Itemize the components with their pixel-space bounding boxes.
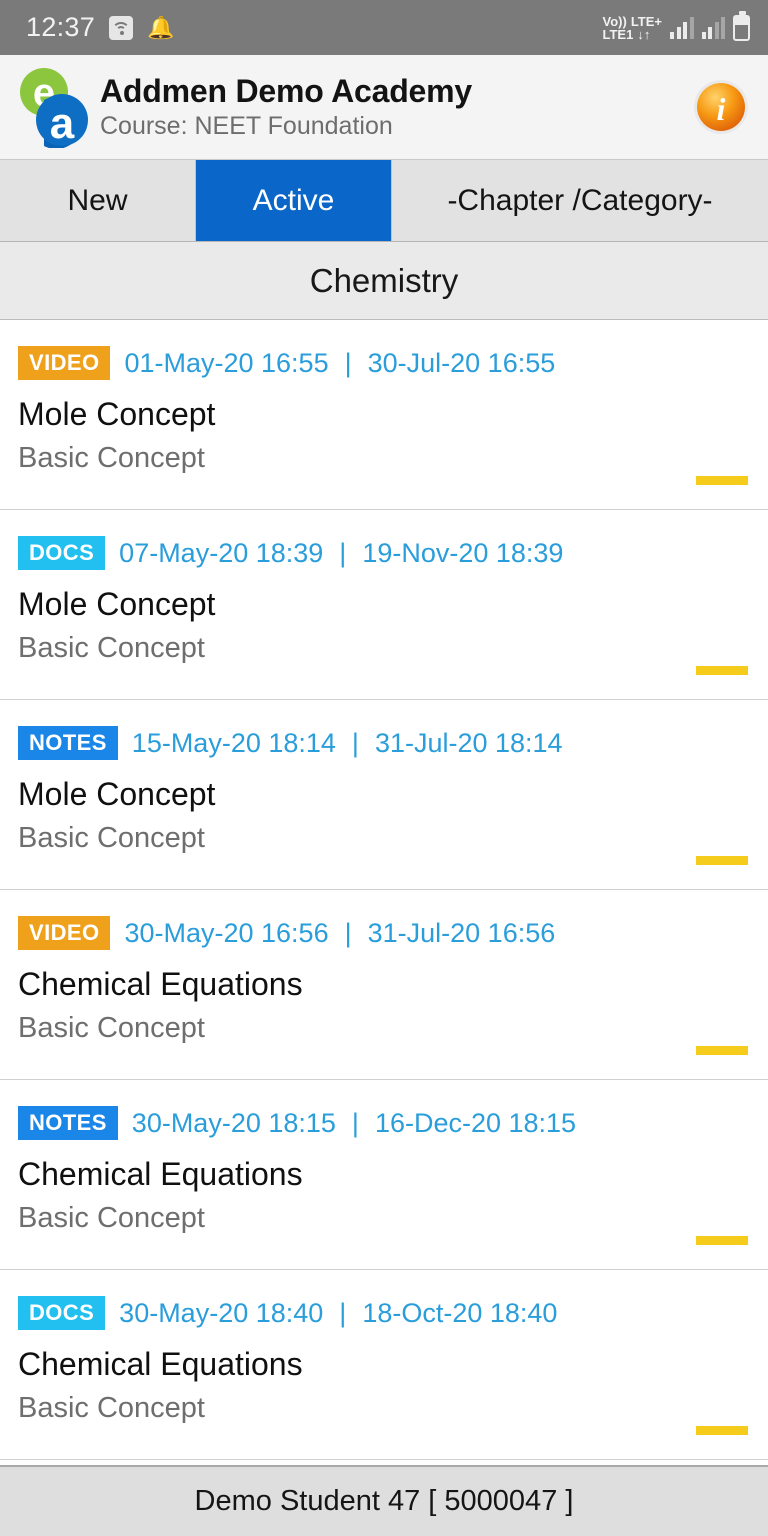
item-meta: DOCS 30-May-20 18:40 | 18-Oct-20 18:40	[18, 1296, 750, 1330]
status-bar-right: Vo)) LTE+ LTE1 ↓↑	[603, 10, 750, 41]
info-icon[interactable]: i	[690, 76, 752, 138]
start-date: 07-May-20 18:39	[119, 537, 324, 568]
item-meta: VIDEO 01-May-20 16:55 | 30-Jul-20 16:55	[18, 346, 750, 380]
progress-bar	[696, 476, 748, 485]
status-bar-left: 12:37 🔔	[26, 12, 174, 43]
svg-text:a: a	[50, 99, 75, 148]
end-date: 30-Jul-20 16:55	[367, 347, 556, 378]
item-dates: 30-May-20 18:40 | 18-Oct-20 18:40	[119, 1298, 557, 1329]
end-date: 31-Jul-20 18:14	[374, 727, 563, 758]
list-item[interactable]: DOCS 30-May-20 18:40 | 18-Oct-20 18:40 C…	[0, 1270, 768, 1460]
date-separator: |	[339, 537, 347, 568]
item-dates: 07-May-20 18:39 | 19-Nov-20 18:39	[119, 538, 563, 569]
item-title: Mole Concept	[18, 586, 216, 622]
item-dates: 30-May-20 18:15 | 16-Dec-20 18:15	[132, 1108, 576, 1139]
end-date: 19-Nov-20 18:39	[362, 537, 564, 568]
status-badge: DOCS	[18, 1296, 106, 1330]
course-label: Course: NEET Foundation	[100, 112, 393, 140]
tab-bar: New Active -Chapter /Category-	[0, 160, 768, 242]
progress-bar	[696, 1236, 748, 1245]
item-meta: NOTES 30-May-20 18:15 | 16-Dec-20 18:15	[18, 1106, 750, 1140]
item-subtitle: Basic Concept	[18, 442, 205, 474]
battery-icon	[733, 10, 750, 41]
item-dates: 30-May-20 16:56 | 31-Jul-20 16:56	[124, 918, 555, 949]
item-title: Mole Concept	[18, 396, 216, 432]
status-badge: DOCS	[18, 536, 106, 570]
start-date: 01-May-20 16:55	[124, 347, 329, 378]
item-subtitle: Basic Concept	[18, 632, 205, 664]
signal-bars-icon-sim1	[670, 16, 694, 39]
progress-bar	[696, 1046, 748, 1055]
tab-chapter-category[interactable]: -Chapter /Category-	[392, 160, 768, 241]
tab-active[interactable]: Active	[196, 160, 392, 241]
list-item[interactable]: VIDEO 01-May-20 16:55 | 30-Jul-20 16:55 …	[0, 320, 768, 510]
app-header: e a Addmen Demo Academy Course: NEET Fou…	[0, 55, 768, 160]
item-meta: NOTES 15-May-20 18:14 | 31-Jul-20 18:14	[18, 726, 750, 760]
item-dates: 15-May-20 18:14 | 31-Jul-20 18:14	[132, 728, 563, 759]
start-date: 30-May-20 18:15	[131, 1107, 336, 1138]
end-date: 31-Jul-20 16:56	[367, 917, 556, 948]
data-arrows-icon: ↓↑	[637, 26, 651, 42]
progress-bar	[696, 1426, 748, 1435]
student-label: Demo Student 47 [ 5000047 ]	[194, 1485, 574, 1517]
item-subtitle: Basic Concept	[18, 1202, 205, 1234]
item-subtitle: Basic Concept	[18, 822, 205, 854]
status-bar: 12:37 🔔 Vo)) LTE+ LTE1 ↓↑	[0, 0, 768, 55]
page-title: Addmen Demo Academy	[100, 73, 472, 109]
end-date: 16-Dec-20 18:15	[374, 1107, 577, 1138]
start-date: 15-May-20 18:14	[131, 727, 336, 758]
addmen-ea-logo-icon: e a	[14, 66, 92, 148]
status-badge: NOTES	[18, 1106, 118, 1140]
list-item[interactable]: VIDEO 30-May-20 16:56 | 31-Jul-20 16:56 …	[0, 890, 768, 1080]
status-bar-clock: 12:37	[26, 12, 96, 42]
date-separator: |	[344, 347, 352, 378]
network-status: Vo)) LTE+ LTE1 ↓↑	[603, 15, 663, 41]
tab-new[interactable]: New	[0, 160, 196, 241]
footer-bar: Demo Student 47 [ 5000047 ]	[0, 1465, 768, 1536]
list-item[interactable]: NOTES 15-May-20 18:14 | 31-Jul-20 18:14 …	[0, 700, 768, 890]
date-separator: |	[351, 727, 359, 758]
item-title: Chemical Equations	[18, 966, 303, 1002]
progress-bar	[696, 666, 748, 675]
start-date: 30-May-20 16:56	[124, 917, 329, 948]
app-screen: 12:37 🔔 Vo)) LTE+ LTE1 ↓↑ e a Addmen Dem…	[0, 0, 768, 1536]
start-date: 30-May-20 18:40	[119, 1297, 324, 1328]
item-subtitle: Basic Concept	[18, 1012, 205, 1044]
item-title: Mole Concept	[18, 776, 216, 812]
wifi-icon	[109, 15, 134, 40]
status-badge: VIDEO	[18, 916, 111, 950]
date-separator: |	[344, 917, 352, 948]
content-list: VIDEO 01-May-20 16:55 | 30-Jul-20 16:55 …	[0, 320, 768, 1465]
svg-text:i: i	[717, 91, 726, 127]
status-badge: NOTES	[18, 726, 118, 760]
item-title: Chemical Equations	[18, 1156, 303, 1192]
item-subtitle: Basic Concept	[18, 1392, 205, 1424]
network-label-sim1: LTE1	[602, 26, 634, 42]
signal-bars-icon-sim2	[701, 16, 725, 39]
date-separator: |	[339, 1297, 347, 1328]
list-item[interactable]: NOTES 30-May-20 18:15 | 16-Dec-20 18:15 …	[0, 1080, 768, 1270]
item-meta: DOCS 07-May-20 18:39 | 19-Nov-20 18:39	[18, 536, 750, 570]
item-title: Chemical Equations	[18, 1346, 303, 1382]
progress-bar	[696, 856, 748, 865]
bell-icon: 🔔	[147, 14, 175, 40]
subject-header: Chemistry	[0, 242, 768, 320]
item-meta: VIDEO 30-May-20 16:56 | 31-Jul-20 16:56	[18, 916, 750, 950]
list-item[interactable]: DOCS 07-May-20 18:39 | 19-Nov-20 18:39 M…	[0, 510, 768, 700]
header-titles: Addmen Demo Academy Course: NEET Foundat…	[100, 72, 690, 142]
item-dates: 01-May-20 16:55 | 30-Jul-20 16:55	[124, 348, 555, 379]
volte-label: Vo))	[602, 13, 627, 29]
date-separator: |	[351, 1107, 359, 1138]
status-badge: VIDEO	[18, 346, 111, 380]
end-date: 18-Oct-20 18:40	[362, 1297, 558, 1328]
network-label-plus: LTE+	[630, 13, 662, 29]
